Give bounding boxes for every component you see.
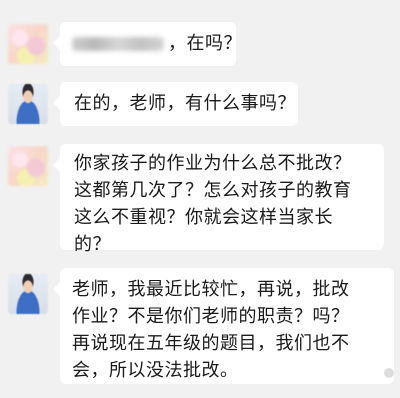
message-line: 再说现在五年级的题目，我们也不 bbox=[72, 333, 350, 354]
parent-avatar[interactable] bbox=[8, 146, 48, 186]
message-line: 的？ bbox=[74, 234, 111, 255]
message-bubble[interactable]: 你家孩子的作业为什么总不批改？ 这都第几次了？怎么对孩子的教育 这么不重视？你就… bbox=[53, 144, 384, 255]
message-line: 老师，我最近比较忙，再说，批改 bbox=[72, 279, 350, 300]
message-text: ，在吗？ bbox=[168, 33, 242, 54]
message-line: 这都第几次了？怎么对孩子的教育 bbox=[74, 180, 352, 201]
message-line: 作业？不是你们老师的职责？吗？ bbox=[72, 306, 350, 327]
chat-message: 你家孩子的作业为什么总不批改？ 这都第几次了？怎么对孩子的教育 这么不重视？你就… bbox=[0, 144, 400, 255]
chat-message: 在的，老师，有什么事吗？ bbox=[0, 82, 400, 128]
message-line: 这么不重视？你就会这样当家长 bbox=[74, 207, 333, 228]
blurred-name bbox=[72, 37, 164, 51]
message-text: 在的，老师，有什么事吗？ bbox=[74, 93, 296, 114]
teacher-avatar[interactable] bbox=[8, 274, 48, 314]
watermark-dot bbox=[384, 368, 394, 378]
message-line: ，在吗？ bbox=[72, 30, 242, 57]
message-bubble[interactable]: 老师，我最近比较忙，再说，批改 作业？不是你们老师的职责？吗？ 再说现在五年级的… bbox=[53, 268, 394, 384]
message-line: 会，所以没法批改。 bbox=[72, 360, 239, 381]
message-bubble[interactable]: ，在吗？ bbox=[53, 22, 242, 66]
message-bubble[interactable]: 在的，老师，有什么事吗？ bbox=[53, 82, 298, 126]
chat-message: 老师，我最近比较忙，再说，批改 作业？不是你们老师的职责？吗？ 再说现在五年级的… bbox=[0, 268, 400, 386]
chat-message: ，在吗？ bbox=[0, 22, 400, 68]
message-line: 你家孩子的作业为什么总不批改？ bbox=[74, 153, 352, 174]
parent-avatar[interactable] bbox=[8, 24, 48, 64]
teacher-avatar[interactable] bbox=[8, 84, 48, 124]
